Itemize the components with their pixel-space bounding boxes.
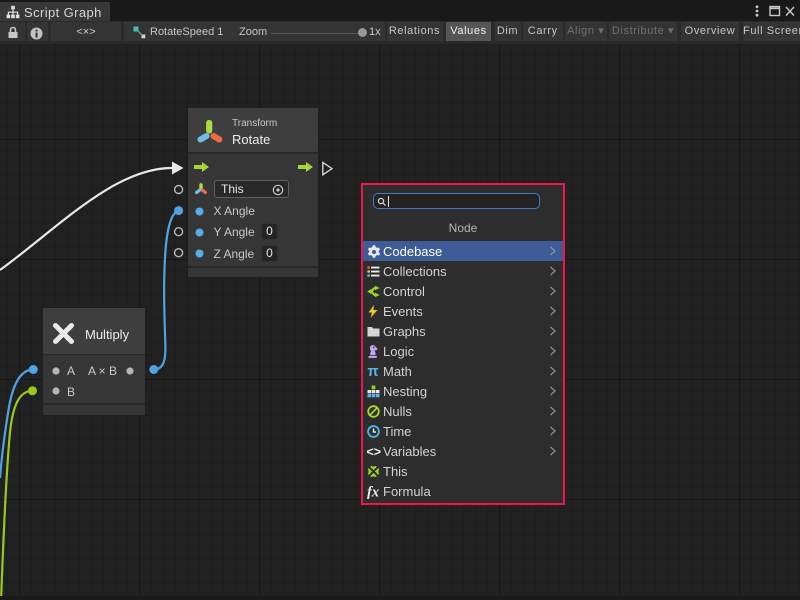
svg-text:π: π bbox=[368, 365, 379, 378]
svg-text:fx: fx bbox=[367, 485, 379, 499]
svg-text:<>: <> bbox=[367, 445, 381, 458]
